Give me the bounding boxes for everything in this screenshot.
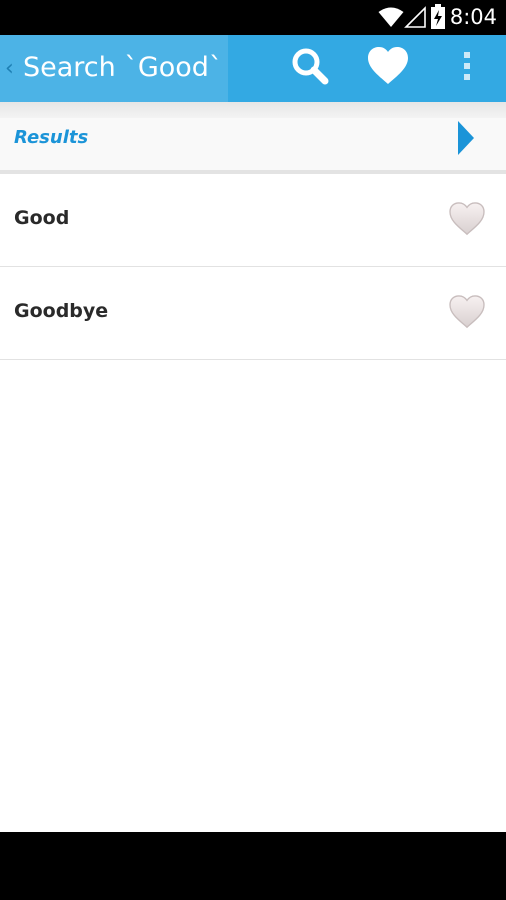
result-word: Good	[14, 207, 70, 229]
heart-icon	[367, 47, 409, 90]
overflow-menu-button[interactable]	[450, 35, 484, 102]
status-bar: 8:04	[0, 0, 506, 35]
list-item[interactable]: Good	[0, 174, 506, 267]
action-bar: ‹ Search `Good`	[0, 35, 506, 102]
status-time: 8:04	[449, 5, 497, 29]
list-item[interactable]: Goodbye	[0, 267, 506, 360]
search-icon	[290, 46, 330, 91]
action-bar-title: Search `Good`	[23, 52, 223, 83]
wifi-icon	[378, 6, 404, 33]
heart-outline-icon[interactable]	[448, 295, 486, 334]
results-label: Results	[14, 127, 89, 148]
back-chevron-icon: ‹	[5, 56, 14, 81]
signal-icon	[404, 6, 426, 33]
favorites-button[interactable]	[360, 35, 416, 102]
battery-charging-icon	[430, 4, 446, 35]
heart-outline-icon[interactable]	[448, 202, 486, 241]
up-navigation-button[interactable]: ‹ Search `Good`	[0, 35, 228, 102]
expand-arrow-icon[interactable]	[458, 121, 474, 155]
navigation-bar	[0, 832, 506, 900]
result-list: Good Goodbye	[0, 174, 506, 360]
search-button[interactable]	[282, 35, 338, 102]
result-word: Goodbye	[14, 300, 109, 322]
results-header[interactable]: Results	[0, 118, 506, 170]
overflow-menu-icon	[463, 51, 471, 86]
